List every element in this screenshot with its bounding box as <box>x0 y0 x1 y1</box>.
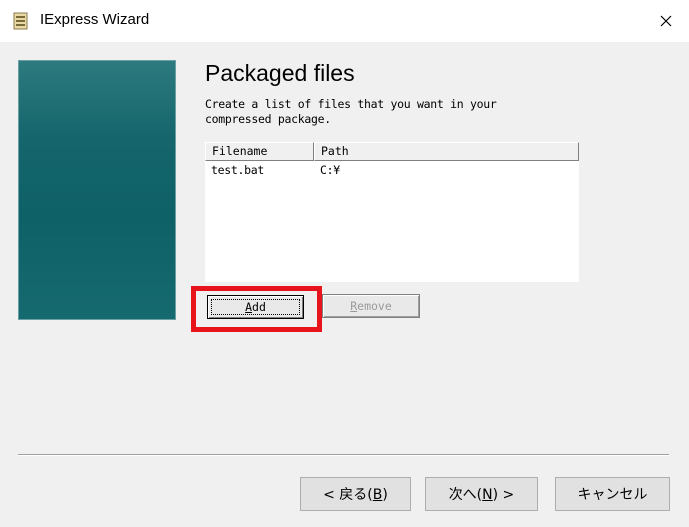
back-button[interactable]: < 戻る(B) <box>300 477 411 511</box>
remove-button-label: Remove <box>350 299 392 313</box>
remove-button[interactable]: Remove <box>322 294 420 318</box>
close-button[interactable] <box>643 0 689 42</box>
list-item-path: C:¥ <box>320 163 340 177</box>
next-button[interactable]: 次へ(N) > <box>425 477 538 511</box>
footer-separator <box>18 454 669 456</box>
back-button-label: < 戻る(B) <box>323 487 388 503</box>
page-description: Create a list of files that you want in … <box>205 97 497 126</box>
wizard-side-image <box>18 60 176 320</box>
page-title: Packaged files <box>205 60 355 86</box>
list-item-filename: test.bat <box>211 163 264 177</box>
highlight-box <box>191 286 322 332</box>
cancel-button[interactable]: キャンセル <box>555 477 670 511</box>
iexpress-app-icon <box>13 12 28 30</box>
title-bar[interactable]: IExpress Wizard <box>0 0 689 42</box>
list-item[interactable]: test.bat C:¥ <box>205 162 579 178</box>
column-header-filename[interactable]: Filename <box>205 142 314 161</box>
cancel-button-label: キャンセル <box>577 487 648 503</box>
next-button-label: 次へ(N) > <box>448 487 515 503</box>
list-header: Filename Path <box>205 142 579 161</box>
close-icon <box>660 12 672 31</box>
packaged-files-list[interactable]: Filename Path test.bat C:¥ <box>205 142 579 282</box>
column-header-path[interactable]: Path <box>314 142 579 161</box>
window-title: IExpress Wizard <box>40 11 150 28</box>
